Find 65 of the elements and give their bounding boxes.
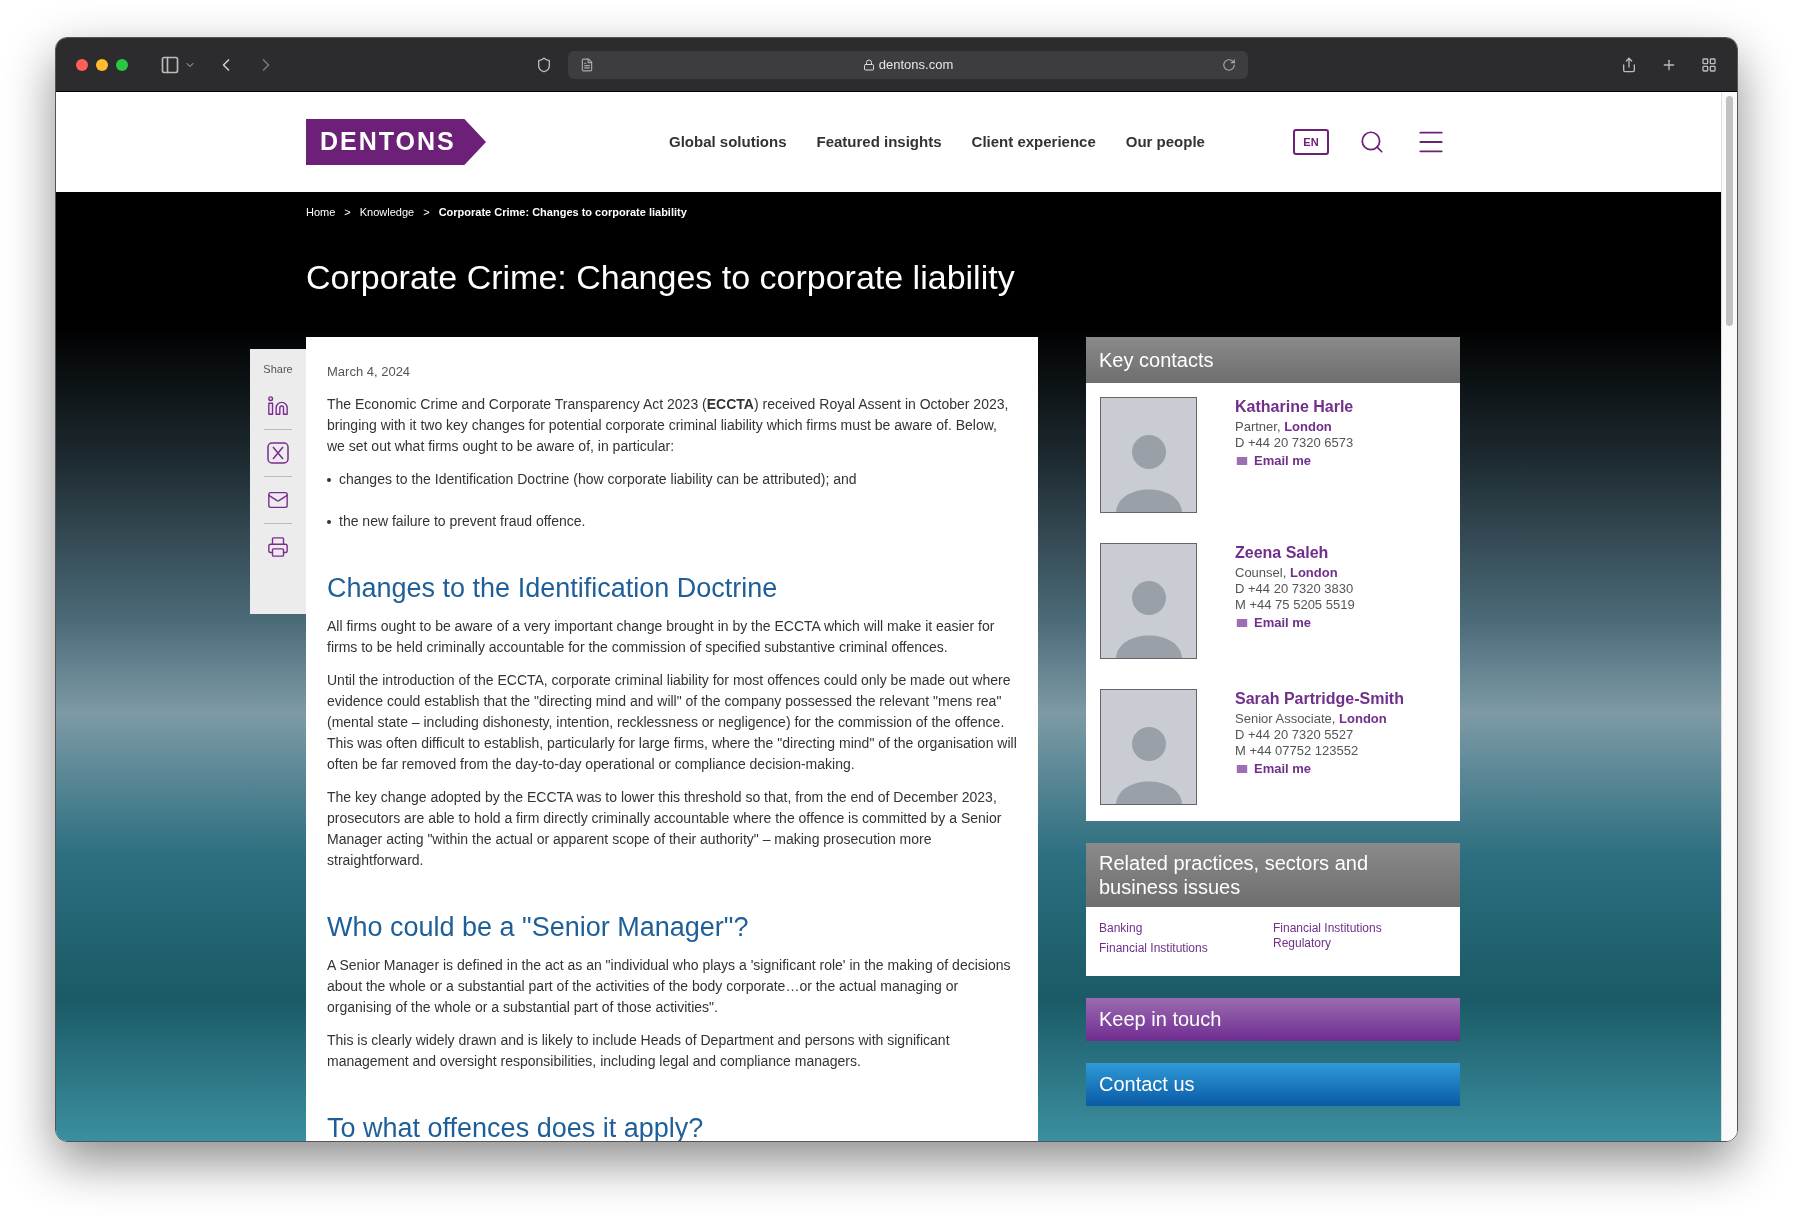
phone-number: D +44 20 7320 6573 bbox=[1235, 434, 1354, 451]
phone-number: M +44 75 5205 5519 bbox=[1235, 596, 1355, 613]
breadcrumb-separator: > bbox=[423, 205, 430, 220]
linkedin-icon[interactable] bbox=[267, 395, 289, 417]
print-icon[interactable] bbox=[267, 536, 289, 558]
related-link[interactable]: Financial Institutions bbox=[1099, 940, 1224, 956]
bullet-icon bbox=[327, 477, 331, 482]
body-paragraph: All firms ought to be aware of a very important change brought in by the ECCTA which will make it easier for firms to be held criminally accountable for the commission of specified substantive criminal offences. bbox=[327, 616, 996, 657]
contact-name[interactable]: Zeena Saleh bbox=[1235, 542, 1355, 563]
article-date: March 4, 2024 bbox=[327, 362, 412, 381]
language-button[interactable]: EN bbox=[1292, 129, 1329, 155]
contact-role: Senior Associate, bbox=[1235, 710, 1336, 726]
lock-icon bbox=[862, 58, 875, 71]
address-bar[interactable]: dentons.com bbox=[568, 50, 1248, 79]
breadcrumb-link[interactable]: Home bbox=[306, 204, 336, 221]
page-title: Corporate Crime: Changes to corporate liability bbox=[306, 256, 1016, 297]
nav-link[interactable]: Client experience bbox=[971, 130, 1096, 154]
body-paragraph: This is clearly widely drawn and is likely to include Heads of Department and persons with significant management and oversight responsibilities, including legal and compliance managers. bbox=[327, 1030, 951, 1071]
bullet-text: changes to the Identification Doctrine (how corporate liability can be attributed); and bbox=[339, 469, 857, 489]
bullet-text: the new failure to prevent fraud offence. bbox=[339, 511, 586, 531]
share-icon[interactable] bbox=[1621, 56, 1637, 73]
url-text: dentons.com bbox=[878, 55, 954, 74]
office-link[interactable]: London bbox=[1284, 418, 1332, 434]
section-heading: Who could be a "Senior Manager"? bbox=[327, 910, 750, 943]
email-link[interactable]: Email me bbox=[1235, 452, 1354, 469]
scrollbar-thumb[interactable] bbox=[1726, 96, 1733, 326]
contact-role: Counsel, bbox=[1235, 564, 1287, 580]
body-paragraph: The key change adopted by the ECCTA was to lower this threshold so that, from the end of December 2023, prosecutors are able to hold a firm directly criminally accountable where the offence is committed by a Senior Manager acting "within the actual or apparent scope of their authority" – making prosecution more straightforward. bbox=[327, 787, 1003, 870]
phone-number: D +44 20 7320 3830 bbox=[1235, 580, 1355, 597]
nav-link[interactable]: Our people bbox=[1125, 130, 1205, 154]
office-link[interactable]: London bbox=[1339, 710, 1387, 726]
phone-number: M +44 07752 123552 bbox=[1235, 742, 1360, 759]
tabs-overview-icon[interactable] bbox=[1701, 56, 1717, 73]
contact-name[interactable]: Katharine Harle bbox=[1235, 396, 1354, 417]
x-logo-icon[interactable] bbox=[267, 442, 289, 464]
contact-role: Partner, bbox=[1235, 418, 1281, 434]
page-icon bbox=[580, 57, 594, 72]
breadcrumb-separator: > bbox=[344, 205, 351, 220]
panel-title: Key contacts bbox=[1099, 347, 1214, 373]
bullet-icon bbox=[327, 519, 331, 524]
logo[interactable]: DENTONS bbox=[306, 119, 486, 165]
breadcrumb-link[interactable]: Corporate Crime: Changes to corporate liability bbox=[438, 204, 687, 221]
share-label: Share bbox=[263, 361, 293, 377]
reload-icon[interactable] bbox=[1222, 57, 1236, 72]
section-heading: Changes to the Identification Doctrine bbox=[327, 571, 779, 604]
breadcrumb-link[interactable]: Knowledge bbox=[359, 204, 415, 221]
search-icon[interactable] bbox=[1358, 129, 1385, 155]
body-paragraph: Until the introduction of the ECCTA, corporate criminal liability for most offences could only be made out where evidence could establish that the "directing mind and will" of the company possessed the relevant "mens rea" (mental state – including dishonesty, intention, recklessness or negligence) for the commission of the offence. This was often difficult to establish, particularly for large firms, where the "directing mind" of the organisation will often be far removed from the day-to-day operational or compliance decision-making. bbox=[327, 670, 1017, 774]
nav-link[interactable]: Global solutions bbox=[669, 130, 787, 154]
shield-icon[interactable] bbox=[536, 56, 552, 73]
related-link[interactable]: Financial Institutions Regulatory bbox=[1273, 920, 1398, 951]
office-link[interactable]: London bbox=[1289, 564, 1338, 580]
action-button[interactable]: Keep in touch bbox=[1086, 997, 1460, 1041]
phone-number: D +44 20 7320 5527 bbox=[1235, 726, 1355, 743]
sidebar-icon[interactable] bbox=[160, 54, 180, 75]
related-link[interactable]: Banking bbox=[1099, 920, 1224, 936]
panel-title: Related practices, sectors and business issues bbox=[1099, 850, 1370, 899]
action-button[interactable]: Contact us bbox=[1086, 1062, 1460, 1106]
email-link[interactable]: Email me bbox=[1235, 614, 1355, 631]
email-link[interactable]: Email me bbox=[1235, 760, 1404, 777]
contact-name[interactable]: Sarah Partridge-Smith bbox=[1235, 688, 1404, 709]
nav-link[interactable]: Featured insights bbox=[816, 130, 942, 154]
intro-paragraph: The Economic Crime and Corporate Transparency Act 2023 (ECCTA) received Royal Assent in October 2023, bringing with it two key changes for potential corporate criminal liability which firms must be aware of. Below, we set out what firms ought to be aware of, in particular: bbox=[327, 394, 1010, 456]
email-icon[interactable] bbox=[267, 489, 289, 511]
body-paragraph: A Senior Manager is defined in the act as an "individual who plays a 'significant role' in the making of decisions about the whole or a substantial part of the activities of the body corporate…or the actual managing or organising of the whole or a substantial part of those activities". bbox=[327, 955, 1012, 1017]
